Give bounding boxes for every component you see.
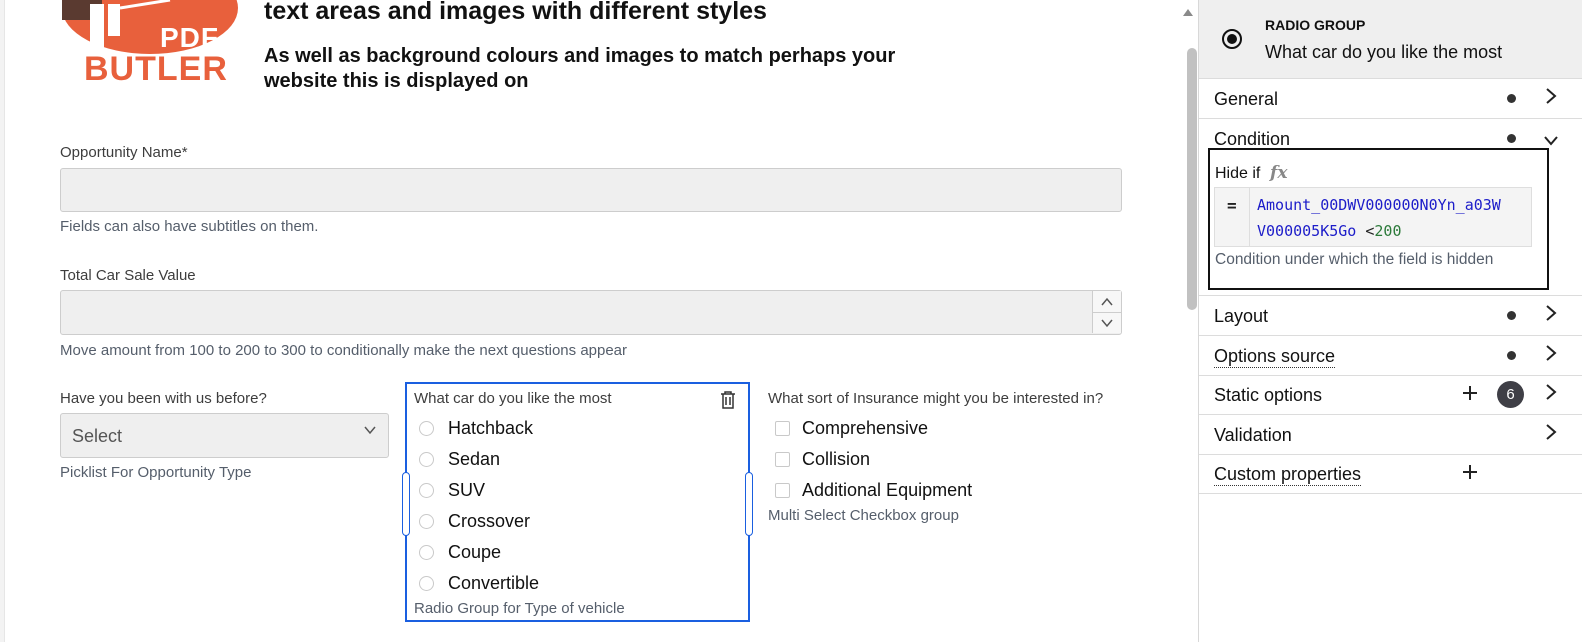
- section-condition-label: Condition: [1214, 129, 1291, 149]
- add-option-plus-icon[interactable]: [1462, 382, 1478, 406]
- radio-label-coupe: Coupe: [448, 542, 502, 562]
- car-question-subtitle: Radio Group for Type of vehicle: [414, 600, 625, 617]
- radio-label-crossover: Crossover: [448, 511, 531, 531]
- total-car-sale-subtitle: Move amount from 100 to 200 to 300 to co…: [60, 342, 628, 359]
- been-with-us-subtitle: Picklist For Opportunity Type: [60, 464, 252, 481]
- car-question-label: What car do you like the most: [414, 390, 612, 407]
- modified-dot-icon: [1507, 134, 1516, 143]
- equals-sign: =: [1227, 196, 1237, 215]
- expression-field-line2: V000005K5Go: [1257, 222, 1357, 240]
- scrollbar-thumb[interactable]: [1187, 48, 1197, 310]
- radio-label-sedan: Sedan: [448, 449, 501, 469]
- section-static-options[interactable]: Static options 6: [1199, 375, 1582, 415]
- section-custom-properties[interactable]: Custom properties: [1199, 454, 1582, 494]
- spinner-down-icon[interactable]: [1093, 313, 1121, 333]
- condition-editor-box: Hide if fx = Amount_00DWV000000N0Yn_a03W…: [1208, 148, 1549, 290]
- radio-label-hatchback: Hatchback: [448, 418, 534, 438]
- radio-convertible[interactable]: [419, 576, 434, 591]
- modified-dot-icon: [1507, 351, 1516, 360]
- checkbox-additional-equipment[interactable]: [775, 483, 790, 498]
- fx-icon[interactable]: fx: [1270, 163, 1287, 183]
- insurance-label: What sort of Insurance might you be inte…: [768, 390, 1104, 407]
- section-validation[interactable]: Validation: [1199, 415, 1582, 455]
- form-subheading-line1: As well as background colours and images…: [264, 45, 896, 67]
- opportunity-name-input[interactable]: [60, 168, 1122, 212]
- resize-handle-left[interactable]: [402, 472, 410, 536]
- scroll-up-arrow-icon[interactable]: [1182, 4, 1194, 22]
- been-with-us-label: Have you been with us before?: [60, 390, 267, 407]
- checkbox-collision[interactable]: [775, 452, 790, 467]
- left-edge: [0, 0, 5, 642]
- panel-element-type: RADIO GROUP: [1265, 17, 1366, 33]
- expression-number: 200: [1374, 222, 1402, 240]
- total-car-sale-input[interactable]: [60, 290, 1122, 335]
- logo-text-butler: BUTLER: [84, 50, 228, 88]
- section-general-label: General: [1214, 89, 1279, 109]
- panel-header: RADIO GROUP What car do you like the mos…: [1199, 0, 1582, 79]
- section-options-source[interactable]: Options source: [1199, 336, 1582, 376]
- resize-handle-right[interactable]: [745, 472, 753, 536]
- opportunity-name-subtitle: Fields can also have subtitles on them.: [60, 218, 319, 235]
- form-canvas: PDF BUTLER text areas and images with di…: [0, 0, 1180, 642]
- section-layout-label: Layout: [1214, 306, 1269, 326]
- radio-hatchback[interactable]: [419, 421, 434, 436]
- radio-label-convertible: Convertible: [448, 573, 540, 593]
- expression-line2: V000005K5Go <200: [1257, 222, 1402, 240]
- checkbox-comprehensive[interactable]: [775, 421, 790, 436]
- radio-label-suv: SUV: [448, 480, 486, 500]
- modified-dot-icon: [1507, 311, 1516, 320]
- chevron-right-icon: [1545, 423, 1557, 446]
- select-value: Select: [72, 426, 123, 446]
- panel-element-title: What car do you like the most: [1265, 42, 1503, 62]
- expression-field-line1: Amount_00DWV000000N0Yn_a03W: [1257, 196, 1501, 214]
- section-custom-properties-label: Custom properties: [1214, 464, 1362, 486]
- section-options-source-label: Options source: [1214, 346, 1336, 368]
- hide-if-label: Hide if: [1215, 165, 1261, 182]
- number-spinner: [1092, 291, 1121, 333]
- section-layout[interactable]: Layout: [1199, 296, 1582, 336]
- section-static-options-label: Static options: [1214, 385, 1323, 405]
- chevron-down-icon: [364, 422, 376, 440]
- add-custom-property-plus-icon[interactable]: [1462, 461, 1478, 485]
- chevron-right-icon: [1545, 344, 1557, 367]
- chevron-right-icon: [1545, 304, 1557, 327]
- form-heading: text areas and images with different sty…: [264, 0, 767, 25]
- section-condition[interactable]: Condition Hide if fx = Amount_00DWV00000…: [1199, 119, 1582, 296]
- radio-group-type-icon: [1221, 28, 1243, 55]
- checkbox-label-additional-equipment: Additional Equipment: [802, 480, 973, 500]
- condition-help-text: Condition under which the field is hidde…: [1215, 251, 1494, 268]
- form-subheading-line2: website this is displayed on: [264, 70, 529, 92]
- properties-panel: RADIO GROUP What car do you like the mos…: [1198, 0, 1582, 642]
- static-options-count-badge: 6: [1497, 381, 1524, 408]
- radio-coupe[interactable]: [419, 545, 434, 560]
- radio-crossover[interactable]: [419, 514, 434, 529]
- insurance-subtitle: Multi Select Checkbox group: [768, 507, 959, 524]
- spinner-up-icon[interactable]: [1093, 291, 1121, 313]
- section-general[interactable]: General: [1199, 79, 1582, 119]
- radio-suv[interactable]: [419, 483, 434, 498]
- checkbox-label-collision: Collision: [802, 449, 871, 469]
- been-with-us-select[interactable]: Select: [60, 413, 389, 458]
- radio-sedan[interactable]: [419, 452, 434, 467]
- expression-editor[interactable]: = Amount_00DWV000000N0Yn_a03W V000005K5G…: [1214, 187, 1532, 247]
- checkbox-label-comprehensive: Comprehensive: [802, 418, 929, 438]
- chevron-right-icon: [1545, 383, 1557, 406]
- total-car-sale-label: Total Car Sale Value: [60, 267, 196, 284]
- opportunity-name-label: Opportunity Name*: [60, 144, 188, 161]
- chevron-right-icon: [1545, 87, 1557, 110]
- trash-icon[interactable]: [720, 391, 736, 414]
- section-validation-label: Validation: [1214, 425, 1292, 445]
- modified-dot-icon: [1507, 94, 1516, 103]
